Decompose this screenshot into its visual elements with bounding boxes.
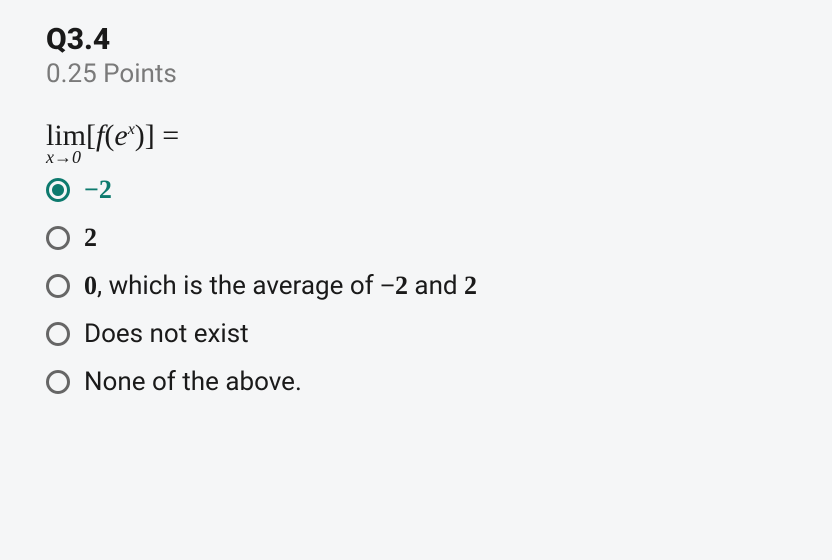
radio-icon (46, 274, 70, 298)
radio-icon (46, 322, 70, 346)
option-label: −2 (84, 175, 112, 205)
radio-icon (46, 178, 70, 202)
radio-icon (46, 370, 70, 394)
options-group: −2 2 0, which is the average of −2 and 2… (46, 175, 786, 397)
radio-icon (46, 226, 70, 250)
question-equation: lim x→0 [f(ex)] = (46, 117, 786, 153)
option-label: None of the above. (84, 367, 302, 397)
option-1[interactable]: 2 (46, 223, 786, 253)
option-label: Does not exist (84, 319, 249, 349)
question-number: Q3.4 (46, 22, 786, 57)
equation-body: [f(ex)] = (86, 119, 179, 152)
option-4[interactable]: None of the above. (46, 367, 786, 397)
option-2[interactable]: 0, which is the average of −2 and 2 (46, 271, 786, 301)
option-3[interactable]: Does not exist (46, 319, 786, 349)
lim-subscript: x→0 (46, 147, 81, 168)
question-points: 0.25 Points (46, 59, 786, 89)
option-label: 0, which is the average of −2 and 2 (84, 271, 477, 301)
option-0[interactable]: −2 (46, 175, 786, 205)
option-label: 2 (84, 223, 97, 253)
